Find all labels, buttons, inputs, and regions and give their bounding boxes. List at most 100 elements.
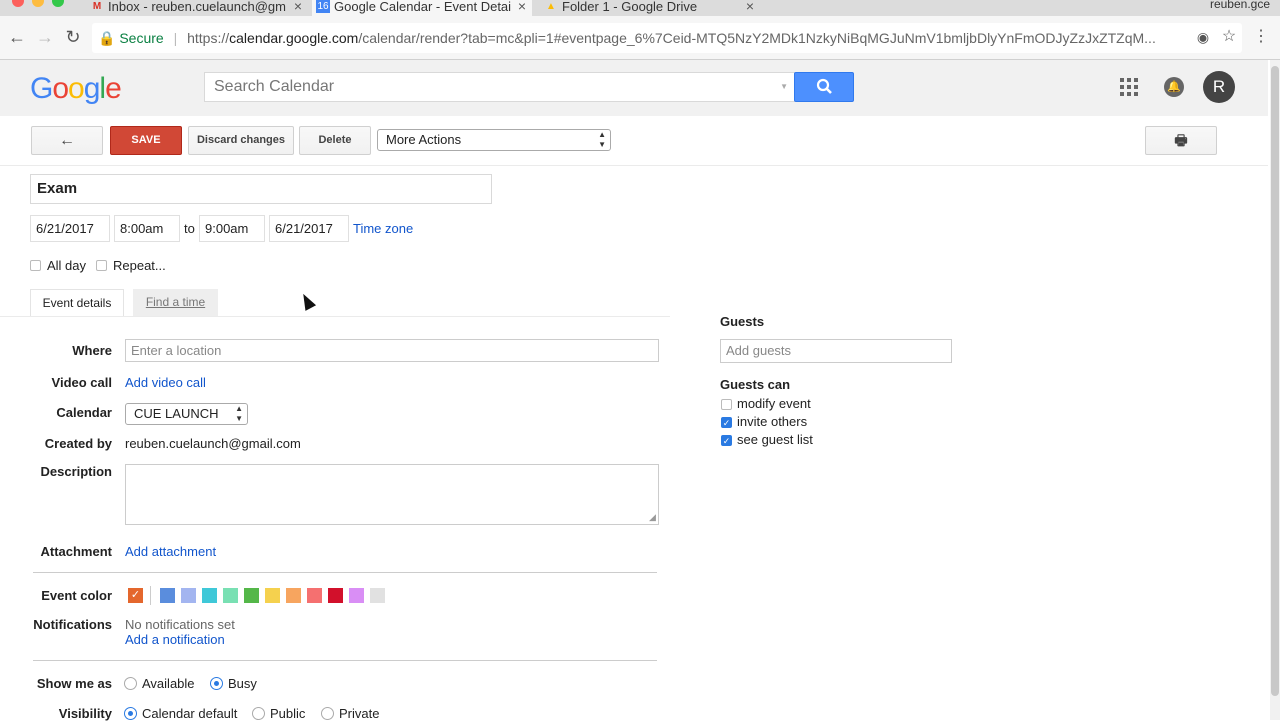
discard-changes-button[interactable]: Discard changes bbox=[188, 126, 294, 155]
calendar-default-radio[interactable] bbox=[124, 707, 137, 720]
color-swatch[interactable] bbox=[202, 588, 217, 603]
description-textarea[interactable] bbox=[125, 464, 659, 525]
close-tab-icon[interactable]: × bbox=[518, 0, 526, 13]
description-label: Description bbox=[40, 464, 112, 479]
time-zone-link[interactable]: Time zone bbox=[353, 221, 413, 236]
color-swatch[interactable] bbox=[160, 588, 175, 603]
add-video-call-link[interactable]: Add video call bbox=[125, 375, 206, 390]
url-text: https://calendar.google.com/calendar/ren… bbox=[187, 30, 1156, 46]
all-day-checkbox[interactable] bbox=[30, 260, 41, 271]
address-bar-row: ← → ↻ 🔒 Secure | https://calendar.google… bbox=[0, 16, 1280, 60]
resize-handle-icon[interactable]: ◢ bbox=[649, 512, 656, 523]
logo-letter: G bbox=[30, 72, 53, 105]
available-label: Available bbox=[142, 676, 195, 691]
video-call-label: Video call bbox=[51, 375, 112, 390]
tab-title: Inbox - reuben.cuelaunch@gm bbox=[108, 0, 286, 14]
tab-drive[interactable]: ▲ Folder 1 - Google Drive × bbox=[540, 0, 760, 16]
guests-can-label: Guests can bbox=[720, 377, 791, 392]
logo-letter: e bbox=[105, 72, 122, 105]
color-swatch[interactable] bbox=[328, 588, 343, 603]
logo-letter: o bbox=[52, 72, 69, 105]
search-button[interactable] bbox=[794, 72, 854, 102]
invite-others-checkbox[interactable]: ✓ bbox=[721, 417, 732, 428]
mouse-cursor-icon bbox=[297, 291, 317, 311]
available-radio[interactable] bbox=[124, 677, 137, 690]
tab-find-a-time[interactable]: Find a time bbox=[133, 289, 218, 316]
private-radio[interactable] bbox=[321, 707, 334, 720]
delete-button[interactable]: Delete bbox=[299, 126, 371, 155]
tab-title: Google Calendar - Event Detai bbox=[334, 0, 512, 14]
add-attachment-link[interactable]: Add attachment bbox=[125, 544, 216, 559]
add-notification-link[interactable]: Add a notification bbox=[125, 632, 225, 647]
tab-calendar[interactable]: 16 Google Calendar - Event Detai × bbox=[312, 0, 532, 16]
color-swatch-selected[interactable]: ✓ bbox=[128, 588, 143, 603]
add-guests-input[interactable]: Add guests bbox=[720, 339, 952, 363]
url-bar[interactable]: 🔒 Secure | https://calendar.google.com/c… bbox=[92, 23, 1242, 53]
color-swatch[interactable] bbox=[349, 588, 364, 603]
browser-profile-name[interactable]: reuben.gce bbox=[1210, 0, 1270, 11]
where-input[interactable]: Enter a location bbox=[125, 339, 659, 362]
tab-inbox[interactable]: M Inbox - reuben.cuelaunch@gm × bbox=[86, 0, 308, 16]
public-radio[interactable] bbox=[252, 707, 265, 720]
color-swatch[interactable] bbox=[286, 588, 301, 603]
end-date-input[interactable]: 6/21/2017 bbox=[269, 215, 349, 242]
save-button[interactable]: SAVE bbox=[110, 126, 182, 155]
apps-grid-icon[interactable] bbox=[1120, 78, 1138, 96]
eye-extension-icon[interactable]: ◉ bbox=[1192, 26, 1214, 48]
color-swatch[interactable] bbox=[181, 588, 196, 603]
print-button[interactable]: 🖶 bbox=[1145, 126, 1217, 155]
back-arrow-icon[interactable]: ← bbox=[6, 26, 28, 48]
color-swatch[interactable] bbox=[244, 588, 259, 603]
start-time-input[interactable]: 8:00am bbox=[114, 215, 180, 242]
private-label: Private bbox=[339, 706, 380, 721]
maximize-window-icon[interactable] bbox=[52, 0, 64, 7]
see-guest-list-checkbox[interactable]: ✓ bbox=[721, 435, 732, 446]
notifications-bell-icon[interactable]: 🔔 bbox=[1164, 77, 1184, 97]
logo-letter: o bbox=[68, 72, 85, 105]
end-time-input[interactable]: 9:00am bbox=[199, 215, 265, 242]
calendar-select-value: CUE LAUNCH bbox=[134, 406, 219, 421]
event-color-label: Event color bbox=[41, 588, 112, 603]
reload-icon[interactable]: ↻ bbox=[62, 26, 84, 48]
busy-radio[interactable] bbox=[210, 677, 223, 690]
star-bookmark-icon[interactable]: ☆ bbox=[1218, 26, 1240, 48]
back-button[interactable]: ← bbox=[31, 126, 103, 155]
color-swatch[interactable] bbox=[370, 588, 385, 603]
close-tab-icon[interactable]: × bbox=[746, 0, 754, 13]
color-swatch[interactable] bbox=[265, 588, 280, 603]
search-icon bbox=[816, 78, 832, 94]
avatar[interactable]: R bbox=[1203, 71, 1235, 103]
tab-divider bbox=[0, 316, 670, 317]
drive-icon: ▲ bbox=[546, 1, 556, 12]
close-tab-icon[interactable]: × bbox=[294, 0, 302, 13]
select-arrows-icon: ▲ ▼ bbox=[598, 130, 606, 149]
repeat-checkbox[interactable] bbox=[96, 260, 107, 271]
event-title-input[interactable]: Exam bbox=[30, 174, 492, 204]
created-by-label: Created by bbox=[44, 436, 112, 451]
calendar-default-label: Calendar default bbox=[142, 706, 238, 721]
modify-event-checkbox[interactable] bbox=[721, 399, 732, 410]
more-actions-select[interactable]: More Actions ▲ ▼ bbox=[377, 129, 611, 151]
start-date-input[interactable]: 6/21/2017 bbox=[30, 215, 110, 242]
logo-letter: g bbox=[83, 72, 101, 105]
divider bbox=[33, 572, 657, 573]
color-swatch[interactable] bbox=[223, 588, 238, 603]
calendar-select[interactable]: CUE LAUNCH ▲ ▼ bbox=[125, 403, 248, 425]
where-label: Where bbox=[72, 343, 112, 358]
modify-event-label: modify event bbox=[737, 396, 811, 411]
browser-menu-icon[interactable]: ⋮ bbox=[1250, 26, 1272, 48]
search-input[interactable]: Search Calendar ▼ bbox=[204, 72, 795, 102]
lock-icon: 🔒 bbox=[98, 30, 116, 46]
add-guests-placeholder: Add guests bbox=[726, 343, 792, 358]
google-logo[interactable]: Google bbox=[30, 72, 122, 106]
gmail-icon: M bbox=[92, 1, 102, 12]
chevron-down-icon[interactable]: ▼ bbox=[780, 73, 788, 101]
color-swatch[interactable] bbox=[307, 588, 322, 603]
tab-event-details[interactable]: Event details bbox=[30, 289, 124, 317]
visibility-label: Visibility bbox=[58, 706, 112, 721]
secure-label: Secure bbox=[119, 30, 164, 46]
minimize-window-icon[interactable] bbox=[32, 0, 44, 7]
scrollbar-thumb[interactable] bbox=[1271, 66, 1279, 696]
forward-arrow-icon[interactable]: → bbox=[34, 26, 56, 48]
close-window-icon[interactable] bbox=[12, 0, 24, 7]
